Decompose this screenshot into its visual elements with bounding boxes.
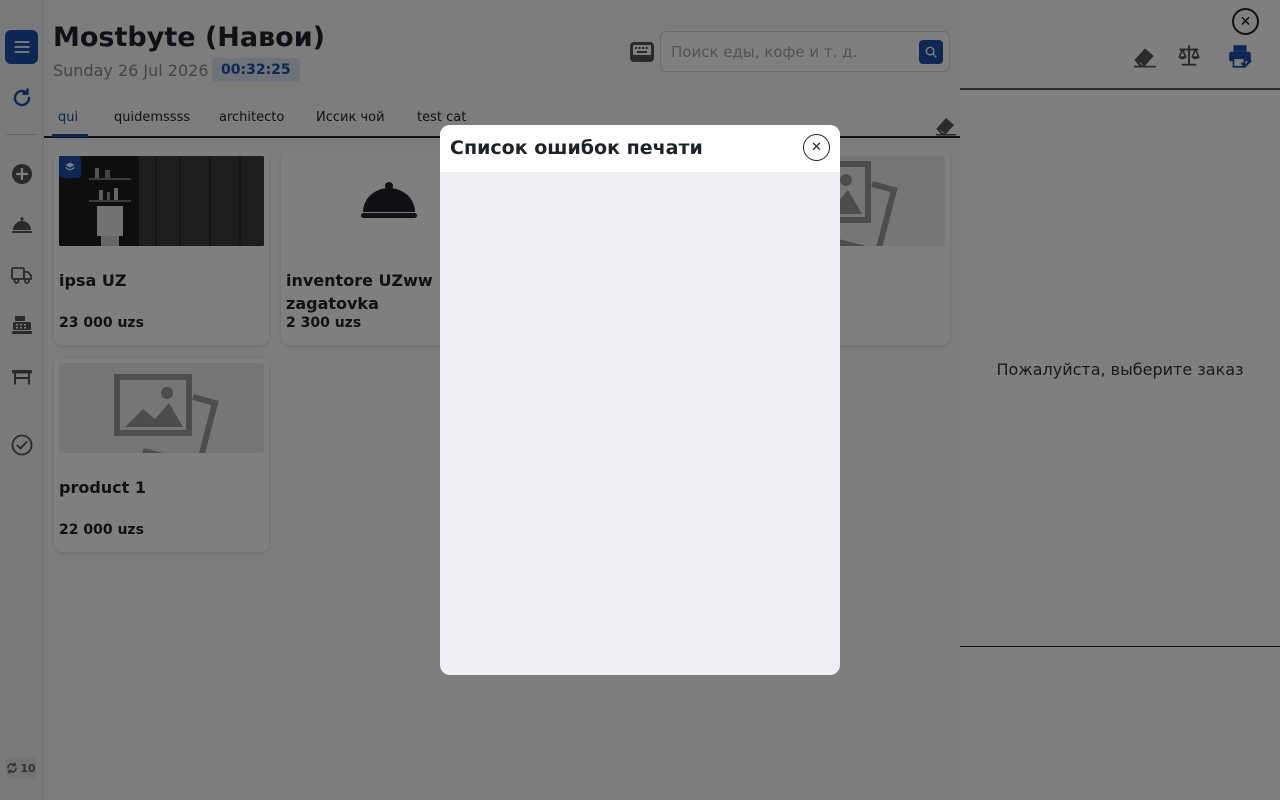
- close-icon: ✕: [811, 140, 822, 155]
- modal-close-button[interactable]: ✕: [803, 134, 830, 161]
- print-errors-modal: Список ошибок печати ✕: [440, 125, 840, 675]
- modal-body: [440, 172, 840, 675]
- modal-title: Список ошибок печати: [450, 137, 703, 159]
- modal-header: Список ошибок печати ✕: [440, 125, 840, 172]
